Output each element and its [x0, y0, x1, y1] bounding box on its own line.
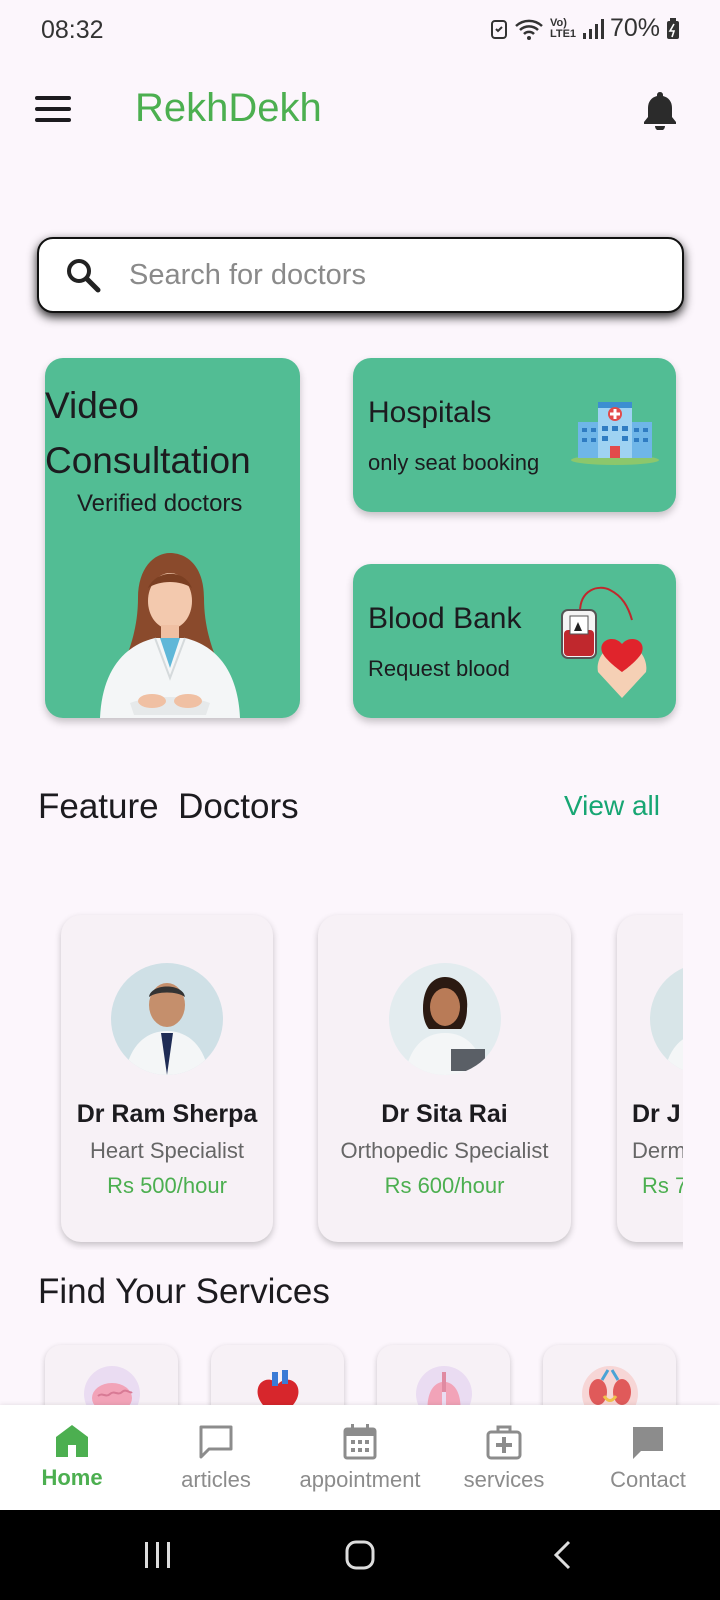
nav-articles[interactable]: articles	[144, 1405, 288, 1510]
video-title-line2: Consultation	[45, 440, 251, 481]
hospitals-subtitle: only seat booking	[368, 450, 540, 475]
status-time: 08:32	[41, 16, 104, 44]
app-bar: RekhDekh	[0, 70, 720, 150]
featured-doctors-title: Feature Doctors	[38, 787, 299, 826]
battery-icon	[667, 17, 679, 39]
status-bar: 08:32 Vo) LTE1 70%	[0, 0, 720, 60]
network-type: Vo) LTE1	[549, 16, 577, 40]
app-title: RekhDekh	[135, 86, 322, 130]
chat-bubble-icon	[199, 1425, 233, 1459]
doctor-card[interactable]: Dr Ram Sherpa Heart Specialist Rs 500/ho…	[61, 915, 273, 1242]
nav-services-label: services	[463, 1467, 545, 1492]
status-icons: Vo) LTE1 70%	[490, 14, 680, 43]
nav-contact-label: Contact	[610, 1467, 686, 1492]
wifi-icon	[515, 19, 543, 40]
video-consultation-title: Video Consultation	[45, 378, 251, 488]
nav-home-label: Home	[41, 1465, 103, 1490]
doctor-specialty: Orthopedic Specialist	[340, 1138, 549, 1163]
search-icon	[67, 259, 101, 293]
system-navigation-bar	[0, 1510, 720, 1600]
nav-appointment-label: appointment	[299, 1467, 421, 1492]
nav-appointment[interactable]: appointment	[288, 1405, 432, 1510]
home-circle-icon	[345, 1540, 375, 1570]
back-button[interactable]	[502, 1510, 622, 1600]
nav-articles-label: articles	[181, 1467, 251, 1492]
blood-bank-title: Blood Bank	[368, 602, 522, 635]
search-input[interactable]	[129, 258, 629, 292]
hospitals-card[interactable]: Hospitals only seat booking	[353, 358, 676, 512]
doctor-avatar	[650, 963, 683, 1075]
view-all-link[interactable]: View all	[564, 790, 660, 822]
back-chevron-icon	[553, 1540, 571, 1570]
blood-bank-subtitle: Request blood	[368, 656, 510, 681]
doctor-name: Dr Sita Rai	[381, 1100, 508, 1128]
recent-apps-icon	[145, 1542, 170, 1568]
doctor-card[interactable]: Dr Sita Rai Orthopedic Specialist Rs 600…	[318, 915, 571, 1242]
doctor-card[interactable]: Dr J Derm Rs 7	[617, 915, 683, 1242]
video-consultation-card[interactable]: Video Consultation Verified doctors	[45, 358, 300, 718]
doctor-price: Rs 500/hour	[107, 1173, 227, 1198]
home-button[interactable]	[300, 1510, 420, 1600]
home-icon	[56, 1425, 88, 1457]
notification-bell-icon[interactable]	[642, 90, 678, 130]
nav-services[interactable]: services	[432, 1405, 576, 1510]
doctor-avatar	[388, 963, 501, 1075]
blood-bank-card[interactable]: Blood Bank Request blood	[353, 564, 676, 718]
hospital-building-icon	[571, 402, 659, 465]
female-doctor-image	[100, 553, 240, 718]
find-services-title: Find Your Services	[38, 1272, 330, 1311]
nav-home[interactable]: Home	[0, 1405, 144, 1510]
hospitals-title: Hospitals	[368, 396, 492, 429]
hamburger-menu-icon[interactable]	[35, 96, 71, 124]
doctor-specialty: Heart Specialist	[89, 1138, 245, 1163]
blood-donation-icon	[561, 586, 647, 698]
featured-doctors-list[interactable]: Dr Ram Sherpa Heart Specialist Rs 500/ho…	[0, 910, 683, 1250]
doctor-avatar	[111, 963, 223, 1075]
alarm-icon	[490, 19, 507, 39]
nav-contact[interactable]: Contact	[576, 1405, 720, 1510]
doctor-name: Dr Ram Sherpa	[76, 1100, 258, 1128]
video-title-line1: Video	[45, 385, 139, 426]
bottom-navigation: Home articles appointment services Conta…	[0, 1405, 720, 1510]
doctor-name: Dr J	[632, 1100, 681, 1128]
recent-apps-button[interactable]	[98, 1510, 218, 1600]
battery-percent: 70%	[609, 14, 660, 42]
signal-icon	[582, 18, 604, 39]
calendar-icon	[343, 1424, 377, 1460]
doctor-price: Rs 7	[642, 1173, 683, 1198]
doctor-specialty: Derm	[632, 1138, 683, 1163]
message-icon	[633, 1427, 663, 1459]
video-consultation-subtitle: Verified doctors	[77, 490, 243, 517]
medical-bag-icon	[486, 1425, 522, 1460]
search-bar[interactable]	[37, 237, 684, 313]
doctor-price: Rs 600/hour	[384, 1173, 505, 1198]
